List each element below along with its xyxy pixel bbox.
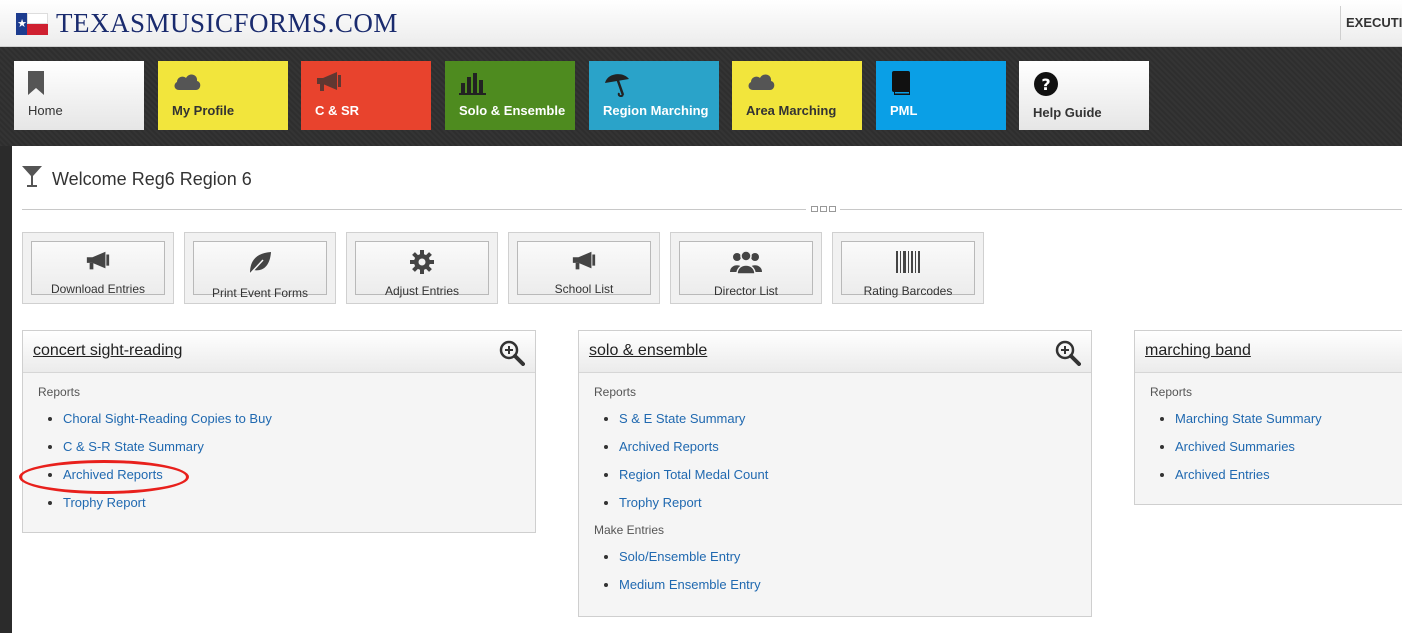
link-marching-state-summary[interactable]: Marching State Summary (1159, 411, 1402, 427)
nav-tile-help-guide[interactable]: ? Help Guide (1019, 61, 1149, 130)
main-nav: Home My Profile C & SR Solo & Ensemble R… (0, 47, 1402, 146)
nav-tile-solo-ensemble[interactable]: Solo & Ensemble (445, 61, 575, 130)
reports-list: S & E State Summary Archived Reports Reg… (579, 411, 1091, 511)
svg-text:?: ? (1041, 75, 1050, 94)
zoom-in-icon[interactable] (499, 340, 525, 371)
welcome-text: Welcome Reg6 Region 6 (52, 169, 252, 189)
book-icon (890, 71, 912, 98)
executive-menu[interactable]: EXECUTI (1340, 6, 1402, 40)
make-entries-label: Make Entries (594, 523, 665, 537)
welcome-header: Welcome Reg6 Region 6 (22, 166, 252, 193)
zoom-in-icon[interactable] (1055, 340, 1081, 371)
nav-tile-label: Help Guide (1033, 105, 1102, 120)
panel-title[interactable]: marching band (1145, 342, 1251, 360)
collapse-handle[interactable] (806, 204, 840, 214)
nav-tile-home[interactable]: Home (14, 61, 144, 130)
reports-list: Marching State Summary Archived Summarie… (1135, 411, 1402, 483)
panel-title[interactable]: solo & ensemble (589, 342, 707, 360)
link-region-total-medal-count[interactable]: Region Total Medal Count (603, 467, 1091, 483)
button-label: School List (554, 282, 614, 296)
leaf-icon (194, 250, 326, 281)
adjust-entries-button[interactable]: Adjust Entries (346, 232, 498, 304)
entries-list: Solo/Ensemble Entry Medium Ensemble Entr… (579, 549, 1091, 593)
cloud-icon (172, 71, 202, 94)
print-event-forms-button[interactable]: Print Event Forms (184, 232, 336, 304)
nav-tile-pml[interactable]: PML (876, 61, 1006, 130)
reports-label: Reports (1150, 385, 1193, 399)
link-solo-ensemble-entry[interactable]: Solo/Ensemble Entry (603, 549, 1091, 565)
nav-tile-label: Solo & Ensemble (459, 103, 566, 118)
top-bar: ★ TEXASMUSICFORMS.COM EXECUTI (0, 0, 1402, 47)
link-medium-ensemble-entry[interactable]: Medium Ensemble Entry (603, 577, 1091, 593)
panel-header: concert sight-reading (23, 331, 535, 373)
texas-flag-icon: ★ (16, 12, 48, 35)
site-logo-text: TEXASMUSICFORMS.COM (56, 8, 398, 38)
panel-marching-band: marching band Reports Marching State Sum… (1134, 330, 1402, 505)
link-trophy-report[interactable]: Trophy Report (47, 495, 535, 511)
megaphone-icon (518, 250, 650, 277)
main-content: Welcome Reg6 Region 6 Download Entries P… (12, 146, 1402, 633)
trophy-icon (22, 166, 42, 193)
panel-concert-sight-reading: concert sight-reading Reports Choral Sig… (22, 330, 536, 533)
link-se-state-summary[interactable]: S & E State Summary (603, 411, 1091, 427)
bar-chart-icon (459, 71, 487, 98)
nav-tile-label: My Profile (172, 103, 235, 118)
link-trophy-report[interactable]: Trophy Report (603, 495, 1091, 511)
section-divider (22, 209, 1402, 210)
nav-tile-my-profile[interactable]: My Profile (158, 61, 288, 130)
button-label: Print Event Forms (211, 286, 309, 300)
megaphone-icon (315, 71, 343, 96)
barcode-icon (842, 250, 974, 279)
panel-header: marching band (1135, 331, 1402, 373)
cloud-icon (746, 71, 776, 94)
link-csr-state-summary[interactable]: C & S-R State Summary (47, 439, 535, 455)
site-logo[interactable]: ★ TEXASMUSICFORMS.COM (16, 8, 398, 39)
link-archived-summaries[interactable]: Archived Summaries (1159, 439, 1402, 455)
school-list-button[interactable]: School List (508, 232, 660, 304)
link-choral-sight-reading-copies[interactable]: Choral Sight-Reading Copies to Buy (47, 411, 535, 427)
panel-header: solo & ensemble (579, 331, 1091, 373)
nav-tile-label: C & SR (315, 103, 360, 118)
reports-label: Reports (594, 385, 637, 399)
reports-label: Reports (38, 385, 81, 399)
nav-tile-area-marching[interactable]: Area Marching (732, 61, 862, 130)
gear-icon (356, 250, 488, 279)
nav-tile-region-marching[interactable]: Region Marching (589, 61, 719, 130)
button-label: Download Entries (50, 282, 146, 296)
download-entries-button[interactable]: Download Entries (22, 232, 174, 304)
users-icon (680, 250, 812, 279)
megaphone-icon (32, 250, 164, 277)
panel-solo-ensemble: solo & ensemble Reports S & E State Summ… (578, 330, 1092, 617)
umbrella-icon (603, 71, 631, 100)
nav-tile-label: PML (890, 103, 918, 118)
nav-tile-label: Region Marching (603, 103, 709, 118)
nav-tile-csr[interactable]: C & SR (301, 61, 431, 130)
nav-tile-label: Area Marching (746, 103, 837, 118)
link-archived-reports[interactable]: Archived Reports (603, 439, 1091, 455)
button-label: Director List (713, 284, 778, 298)
link-archived-entries[interactable]: Archived Entries (1159, 467, 1402, 483)
nav-tile-label: Home (28, 103, 63, 118)
rating-barcodes-button[interactable]: Rating Barcodes (832, 232, 984, 304)
question-icon: ? (1033, 71, 1059, 100)
bookmark-icon (28, 71, 44, 98)
panel-title[interactable]: concert sight-reading (33, 342, 182, 360)
button-label: Adjust Entries (384, 284, 460, 298)
button-label: Rating Barcodes (863, 284, 953, 298)
annotation-ellipse (19, 460, 189, 494)
director-list-button[interactable]: Director List (670, 232, 822, 304)
